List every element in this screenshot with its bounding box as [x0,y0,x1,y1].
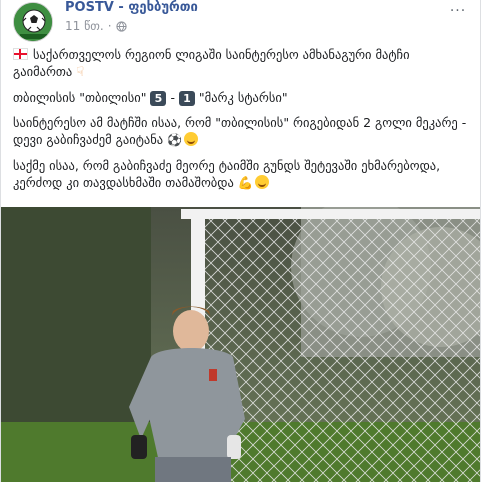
home-score-badge: 5 [150,91,167,106]
home-team: თბილისის "თბილისი" [13,90,147,105]
paragraph-4-text: საქმე ისაა, რომ გაბიჩვაძე მეორე ტაიმში გ… [13,158,441,190]
globe-icon[interactable] [115,20,127,32]
paragraph-2: თბილისის "თბილისი" 5 - 1 "მარკ სტარსი" [13,89,468,106]
grinning-face-icon [184,132,199,146]
paragraph-1-text: საქართველოს რეგიონ ლიგაში საინტერესო ამხ… [13,47,410,79]
soccer-ball-icon: ⚽ [167,133,183,147]
paragraph-4: საქმე ისაა, რომ გაბიჩვაძე მეორე ტაიმში გ… [13,157,468,191]
post-photo[interactable] [1,207,480,482]
away-score-badge: 1 [178,91,195,106]
post-header: POSTV - ფეხბურთი 11 წთ. · ··· [13,0,468,42]
paragraph-3: საინტერესო ამ მატჩში ისაა, რომ "თბილისის… [13,114,468,149]
grinning-face-icon [255,175,270,189]
soccer-ball-logo-icon [14,3,52,41]
paragraph-3-text: საინტერესო ამ მატჩში ისაა, რომ "თბილისის… [13,115,467,147]
flexed-biceps-icon: 💪 [237,175,254,190]
post-card: POSTV - ფეხბურთი 11 წთ. · ··· საქართველო… [0,0,481,482]
page-name-link[interactable]: POSTV - ფეხბურთი [65,0,198,15]
post-timestamp[interactable]: 11 წთ. [65,19,104,33]
score-dash: - [170,90,175,105]
pointing-down-hand-icon: ☟ [76,65,85,80]
page-avatar[interactable] [13,2,53,42]
away-team: "მარკ სტარსი" [198,90,288,105]
post-meta: 11 წთ. · [65,19,127,33]
post-text: საქართველოს რეგიონ ლიგაში საინტერესო ამხ… [13,46,468,199]
goalkeeper-photo [1,207,480,482]
paragraph-1: საქართველოს რეგიონ ლიგაში საინტერესო ამხ… [13,46,468,81]
more-options-button[interactable]: ··· [448,4,468,18]
georgia-flag-icon [13,48,28,60]
